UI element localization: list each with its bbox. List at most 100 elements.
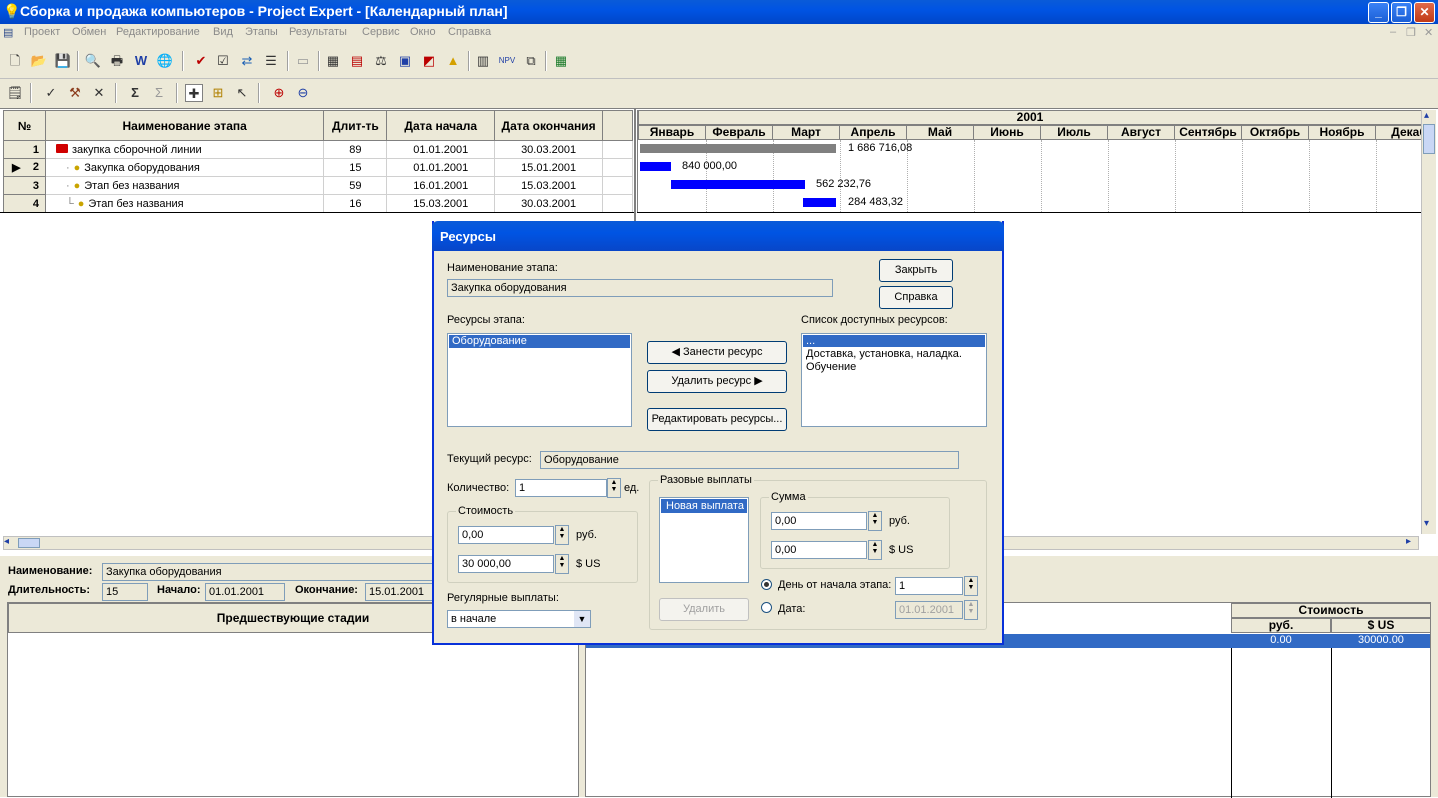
zoom-in-icon[interactable]: ⊕ [270, 84, 288, 102]
col-dur-header[interactable]: Длит-ть [323, 110, 388, 141]
radio-date[interactable] [761, 602, 772, 613]
menu-project[interactable]: Проект [24, 26, 60, 38]
table-icon[interactable]: ▥ [474, 52, 492, 70]
col-start-header[interactable]: Дата начала [386, 110, 496, 141]
delete-payment-button[interactable]: Удалить [659, 598, 749, 621]
mdi-close-icon[interactable]: ✕ [1424, 26, 1433, 39]
balance-icon[interactable]: ⚖ [372, 52, 390, 70]
detail-end-field[interactable]: 15.01.2001 [365, 583, 440, 601]
sum-usd-stepper[interactable]: ▲ ▼ [868, 540, 882, 560]
copy-icon[interactable]: ⧉ [522, 52, 540, 70]
table-row[interactable]: 3 · ● Этап без названия 59 16.01.2001 15.0… [3, 176, 633, 195]
table-row[interactable]: 1 закупка сборочной линии 89 01.01.2001 … [3, 140, 633, 159]
regular-payments-select[interactable]: в начале ▼ [447, 610, 591, 628]
date-stepper[interactable]: ▲ ▼ [964, 600, 978, 620]
menu-window[interactable]: Окно [410, 26, 436, 38]
available-resources-list[interactable]: ... Доставка, установка, наладка. Обучен… [801, 333, 987, 427]
calculator-icon[interactable]: ▦ [324, 52, 342, 70]
menu-results[interactable]: Результаты [289, 26, 347, 38]
open-folder-icon[interactable]: 📂 [30, 52, 48, 70]
scroll-thumb[interactable] [1423, 124, 1435, 154]
gantt-vscrollbar[interactable]: ▴ ▾ [1421, 110, 1436, 534]
stage-resources-list[interactable]: Оборудование [447, 333, 632, 427]
date-field[interactable]: 01.01.2001 [895, 601, 963, 619]
current-resource-field[interactable]: Оборудование [540, 451, 959, 469]
day-offset-field[interactable]: 1 [895, 577, 963, 595]
sum-disabled-icon[interactable]: Σ [150, 84, 168, 102]
table-row[interactable]: ▶ 2 · ● Закупка оборудования 15 01.01.2001 … [3, 158, 633, 177]
menu-view[interactable]: Вид [213, 26, 233, 38]
cost-rub-stepper[interactable]: ▲ ▼ [555, 525, 569, 545]
stage-name-field[interactable]: Закупка оборудования [447, 279, 833, 297]
gantt-bar[interactable] [640, 162, 671, 171]
gantt-hscrollbar[interactable]: ▸ [1003, 536, 1419, 550]
scroll-left-icon[interactable]: ◂ [4, 536, 9, 547]
detail-name-field[interactable]: Закупка оборудования [102, 563, 442, 581]
menu-stages[interactable]: Этапы [245, 26, 278, 38]
web-export-icon[interactable]: 🌐 [156, 52, 174, 70]
chevron-down-icon[interactable]: ▼ [574, 611, 590, 627]
oneoff-payments-list[interactable]: Новая выплата [659, 497, 749, 583]
close-button[interactable]: Закрыть [879, 259, 953, 282]
gantt-bar[interactable] [671, 180, 805, 189]
cashflow-icon[interactable]: ▤ [348, 52, 366, 70]
menu-exchange[interactable]: Обмен [72, 26, 106, 38]
check-icon[interactable]: ✔ [192, 52, 210, 70]
resources-icon[interactable]: ⚒ [66, 84, 84, 102]
mdi-restore-icon[interactable]: ❐ [1406, 26, 1416, 39]
sum-icon[interactable]: Σ [126, 84, 144, 102]
exchange-icon[interactable]: ⇄ [238, 52, 256, 70]
list-item[interactable]: Оборудование [449, 335, 630, 348]
list-icon[interactable]: ☰ [262, 52, 280, 70]
detail-start-field[interactable]: 01.01.2001 [205, 583, 285, 601]
chart-icon[interactable]: ◩ [420, 52, 438, 70]
menu-edit[interactable]: Редактирование [116, 26, 200, 38]
list-item[interactable]: Новая выплата [661, 499, 747, 513]
checklist-icon[interactable]: ☑ [214, 52, 232, 70]
print-icon[interactable]: 🖶 [108, 52, 126, 70]
sum-rub-field[interactable]: 0,00 [771, 512, 867, 530]
maximize-button[interactable]: ❐ [1391, 2, 1412, 23]
col-num-header[interactable]: № [3, 110, 46, 141]
list-item[interactable]: Обучение [802, 361, 986, 374]
quantity-stepper[interactable]: ▲ ▼ [607, 478, 621, 498]
note-icon[interactable]: ▭ [294, 52, 312, 70]
col-name-header[interactable]: Наименование этапа [44, 110, 325, 141]
stage-props-icon[interactable]: 🗒 [6, 84, 24, 102]
new-file-icon[interactable]: 🗋 [6, 52, 24, 70]
minimize-button[interactable]: _ [1368, 2, 1389, 23]
report-icon[interactable]: ▣ [396, 52, 414, 70]
help-button[interactable]: Справка [879, 286, 953, 309]
npv-icon[interactable]: NPV [498, 52, 516, 70]
radio-day-offset[interactable] [761, 579, 772, 590]
gantt-bar[interactable] [803, 198, 836, 207]
sum-usd-field[interactable]: 0,00 [771, 541, 867, 559]
sum-rub-stepper[interactable]: ▲ ▼ [868, 511, 882, 531]
menu-service[interactable]: Сервис [362, 26, 400, 38]
list-item[interactable]: ... [803, 335, 985, 347]
col-end-header[interactable]: Дата окончания [494, 110, 604, 141]
edit-resources-button[interactable]: Редактировать ресурсы... [647, 408, 787, 431]
close-window-button[interactable]: ✕ [1414, 2, 1435, 23]
quantity-field[interactable]: 1 [515, 479, 607, 497]
menu-help[interactable]: Справка [448, 26, 491, 38]
tree-icon[interactable]: ⊞ [209, 84, 227, 102]
doc-icon[interactable]: ▤ [3, 26, 13, 39]
cost-rub-field[interactable]: 0,00 [458, 526, 554, 544]
save-icon[interactable]: 💾 [54, 52, 72, 70]
word-export-icon[interactable]: W [132, 52, 150, 70]
add-stage-icon[interactable]: ✚ [185, 84, 203, 102]
day-offset-stepper[interactable]: ▲ ▼ [964, 576, 978, 596]
add-resource-button[interactable]: ◀ Занести ресурс [647, 341, 787, 364]
list-item[interactable]: Доставка, установка, наладка. [802, 348, 986, 361]
detail-duration-field[interactable]: 15 [102, 583, 148, 601]
zoom-out-icon[interactable]: ⊖ [294, 84, 312, 102]
scroll-down-icon[interactable]: ▾ [1424, 518, 1429, 529]
accept-icon[interactable]: ✓ [42, 84, 60, 102]
table-row[interactable]: 4 └ ● Этап без названия 16 15.03.2001 30.0… [3, 194, 633, 213]
delete-icon[interactable]: ✕ [90, 84, 108, 102]
mdi-minimize-icon[interactable]: – [1390, 26, 1396, 38]
print-preview-icon[interactable]: 🔍 [84, 52, 102, 70]
cost-usd-field[interactable]: 30 000,00 [458, 555, 554, 573]
remove-resource-button[interactable]: Удалить ресурс ▶ [647, 370, 787, 393]
